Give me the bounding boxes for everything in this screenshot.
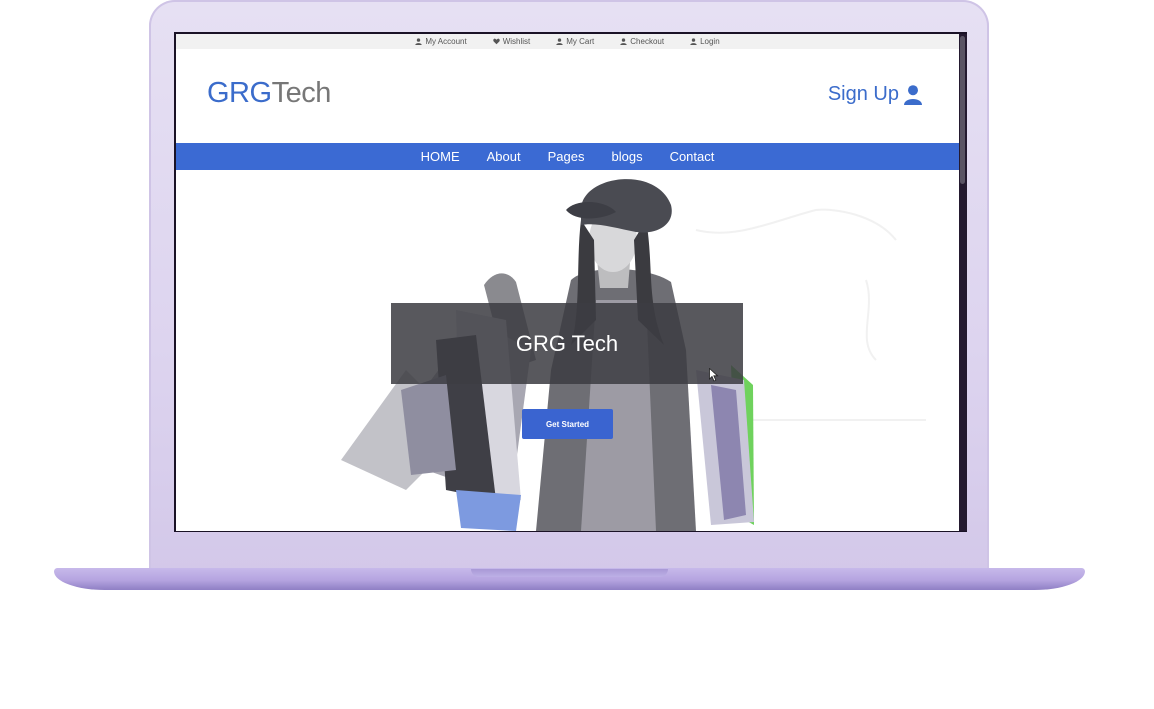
laptop-notch (471, 569, 668, 577)
user-icon (415, 38, 422, 45)
nav-item-pages[interactable]: Pages (548, 149, 585, 164)
sign-up-label: Sign Up (827, 83, 899, 105)
mouse-cursor-icon (709, 368, 719, 382)
nav-item-blogs[interactable]: blogs (611, 149, 642, 164)
user-icon (690, 38, 697, 45)
logo-text-grg: GRG (207, 77, 272, 109)
nav-item-about[interactable]: About (487, 149, 521, 164)
laptop-mockup: My Account Wishlist My Cart Checkout Log… (0, 0, 1154, 709)
sign-up-button[interactable]: Sign Up (828, 83, 922, 106)
checkout-label: Checkout (630, 37, 665, 46)
my-account-link[interactable]: My Account (415, 37, 467, 46)
logo-text-tech: Tech (271, 77, 332, 109)
main-nav: HOME About Pages blogs Contact (176, 143, 959, 170)
site-logo[interactable]: GRGTech (207, 77, 331, 110)
login-label: Login (700, 37, 720, 46)
user-icon (620, 38, 627, 45)
wishlist-label: Wishlist (502, 37, 531, 46)
hero-banner: GRG Tech Get Started (176, 170, 959, 531)
website-screen: My Account Wishlist My Cart Checkout Log… (176, 34, 959, 531)
login-link[interactable]: Login (690, 37, 720, 46)
hero-caption: GRG Tech (391, 303, 743, 384)
checkout-link[interactable]: Checkout (620, 37, 664, 46)
heart-icon (492, 38, 500, 45)
nav-item-home[interactable]: HOME (421, 149, 460, 164)
my-account-label: My Account (425, 37, 467, 46)
user-icon (904, 84, 922, 105)
my-cart-label: My Cart (566, 37, 595, 46)
my-cart-link[interactable]: My Cart (556, 37, 594, 46)
top-utility-bar: My Account Wishlist My Cart Checkout Log… (176, 34, 959, 49)
nav-item-contact[interactable]: Contact (670, 149, 715, 164)
wishlist-link[interactable]: Wishlist (492, 37, 531, 46)
user-icon (556, 38, 563, 45)
scrollbar-thumb[interactable] (960, 36, 965, 184)
site-header: GRGTech Sign Up (176, 49, 959, 143)
page-scrollbar[interactable] (959, 34, 967, 531)
get-started-button[interactable]: Get Started (522, 409, 613, 439)
